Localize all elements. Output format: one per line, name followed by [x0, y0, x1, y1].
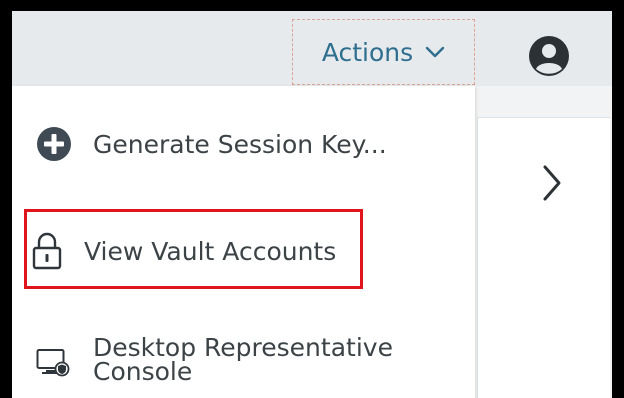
menu-item-label: Generate Session Key... — [93, 129, 387, 159]
menu-item-generate-session-key[interactable]: Generate Session Key... — [12, 120, 475, 168]
chevron-right-icon[interactable] — [542, 164, 562, 202]
user-circle-icon[interactable] — [528, 35, 570, 77]
actions-label: Actions — [321, 37, 414, 67]
menu-item-desktop-representative-console[interactable]: Desktop Representative Console — [12, 318, 475, 398]
top-bar: Actions — [12, 11, 612, 86]
menu-item-label: Desktop Representative Console — [93, 335, 393, 386]
plus-circle-icon — [36, 126, 72, 162]
menu-item-label: View Vault Accounts — [84, 236, 337, 266]
lock-icon — [32, 231, 62, 271]
chevron-down-icon — [425, 46, 445, 58]
menu-item-view-vault-accounts[interactable]: View Vault Accounts — [12, 210, 475, 292]
side-panel — [477, 117, 610, 398]
actions-button[interactable]: Actions — [292, 19, 475, 85]
app-window: Actions Generate Session Key... View Vau… — [0, 0, 624, 398]
actions-dropdown-menu: Generate Session Key... View Vault Accou… — [12, 86, 475, 398]
desktop-console-icon — [36, 347, 70, 379]
label-line-2: Console — [93, 357, 193, 386]
